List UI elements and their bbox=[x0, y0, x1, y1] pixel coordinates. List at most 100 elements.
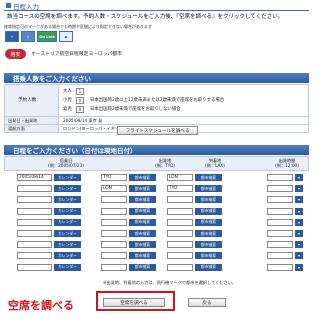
departure-input[interactable] bbox=[101, 230, 127, 237]
arrival-city-search-button[interactable]: 都市検索 bbox=[195, 263, 222, 271]
time-select[interactable] bbox=[267, 252, 293, 260]
departure-city-search-button[interactable]: 都市検索 bbox=[129, 207, 156, 215]
arrival-input[interactable] bbox=[167, 218, 193, 226]
arrival-city-search-button[interactable]: 都市検索 bbox=[195, 252, 222, 260]
seat-note: 座席指定可のマークがある場合でも時期や区間により指定できない場合があります bbox=[4, 24, 152, 29]
time-select[interactable] bbox=[267, 174, 293, 181]
pax-row-child: 小児 0 日本出国時2歳以上12歳未満または2歳未満で座席をお取りする場合 bbox=[63, 96, 224, 104]
chevron-down-icon[interactable]: ▾ bbox=[295, 196, 303, 204]
calendar-button[interactable]: カレンダー bbox=[54, 196, 81, 204]
departure-city-search-button[interactable]: 都市検索 bbox=[129, 263, 156, 271]
arrival-city-search-button[interactable]: 都市検索 bbox=[195, 230, 222, 237]
passenger-label: 予約人数 bbox=[18, 98, 37, 103]
info-value: ロンドン(ヨーロッパ・イギリス) bbox=[63, 125, 125, 131]
section-header-dates: 日程をご入力ください（日付は現地日付） bbox=[4, 145, 309, 155]
flight-row: カレンダー 都市検索 都市検索 ▾ bbox=[4, 217, 309, 228]
time-select[interactable] bbox=[267, 230, 293, 237]
date-input[interactable] bbox=[17, 218, 52, 226]
flight-row: カレンダー LON 都市検索 TYO 都市検索 ▾ bbox=[4, 183, 309, 194]
seat-icon: ✈ bbox=[5, 31, 19, 42]
chevron-down-icon[interactable]: ▾ bbox=[295, 263, 303, 271]
departure-city-search-button[interactable]: 都市検索 bbox=[129, 241, 156, 249]
date-input[interactable] bbox=[17, 263, 52, 271]
departure-city-search-button[interactable]: 都市検索 bbox=[129, 218, 156, 226]
arrival-city-search-button[interactable]: 都市検索 bbox=[195, 196, 222, 204]
arrival-city-search-button[interactable]: 都市検索 bbox=[195, 207, 222, 215]
departure-city-search-button[interactable]: 都市検索 bbox=[129, 196, 156, 204]
departure-input[interactable] bbox=[101, 218, 127, 226]
child-count-input[interactable]: 0 bbox=[76, 96, 84, 104]
arrival-input[interactable] bbox=[167, 263, 193, 271]
chevron-down-icon[interactable]: ▾ bbox=[295, 185, 303, 193]
arrival-input[interactable] bbox=[167, 207, 193, 215]
infant-count-input[interactable]: 0 bbox=[76, 105, 84, 113]
date-input[interactable] bbox=[17, 196, 52, 204]
departure-input[interactable]: LON bbox=[101, 185, 127, 193]
page-title: 日程入力 bbox=[6, 1, 39, 11]
date-grid-header: 搭乗日 (例：2005/07/23) 出発地 (例：TYO) 到着地 (例：LA… bbox=[4, 156, 309, 171]
time-select[interactable] bbox=[267, 196, 293, 204]
date-input[interactable] bbox=[17, 185, 52, 193]
date-input[interactable] bbox=[17, 241, 52, 249]
calendar-button[interactable]: カレンダー bbox=[54, 185, 81, 193]
calendar-button[interactable]: カレンダー bbox=[54, 241, 81, 249]
date-input[interactable]: 2005/08/14 bbox=[17, 174, 52, 181]
departure-input[interactable] bbox=[101, 196, 127, 204]
flight-row: カレンダー 都市検索 都市検索 ▾ bbox=[4, 262, 309, 273]
arrival-input[interactable] bbox=[167, 196, 193, 204]
departure-input[interactable] bbox=[101, 207, 127, 215]
back-button[interactable]: 戻る bbox=[188, 298, 226, 307]
arrival-input[interactable]: TYO bbox=[167, 185, 193, 193]
info-icon: i bbox=[21, 31, 35, 42]
arrival-city-search-button[interactable]: 都市検索 bbox=[195, 218, 222, 226]
departure-input[interactable] bbox=[101, 252, 127, 260]
departure-city-search-button[interactable]: 都市検索 bbox=[129, 185, 156, 193]
departure-input[interactable] bbox=[101, 263, 127, 271]
plan-badge: 格安 bbox=[5, 49, 26, 59]
calendar-button[interactable]: カレンダー bbox=[54, 207, 81, 215]
adult-count-input[interactable]: 1 bbox=[76, 87, 84, 95]
chevron-down-icon[interactable]: ▾ bbox=[295, 241, 303, 249]
time-select[interactable] bbox=[267, 185, 293, 193]
arrival-city-search-button[interactable]: 都市検索 bbox=[195, 241, 222, 249]
arrival-input[interactable]: LON bbox=[167, 174, 193, 181]
calendar-button[interactable]: カレンダー bbox=[54, 230, 81, 237]
chevron-down-icon[interactable]: ▾ bbox=[295, 207, 303, 215]
date-input[interactable] bbox=[17, 230, 52, 237]
passenger-label-cell: 予約人数 bbox=[5, 85, 59, 116]
time-select[interactable] bbox=[267, 207, 293, 215]
flight-schedule-button[interactable]: フライトスケジュールを調べる bbox=[117, 126, 198, 135]
info-row-departure: 出発日・出発地 2005/08/14 東京 発 bbox=[4, 117, 309, 125]
header-arrival: 到着地 (例：LAX) bbox=[205, 158, 225, 169]
header-time: 出発時間 (例：12:00) bbox=[275, 158, 299, 169]
arrival-input[interactable] bbox=[167, 230, 193, 237]
page-title-text: 日程入力 bbox=[13, 2, 39, 11]
departure-city-search-button[interactable]: 都市検索 bbox=[129, 174, 156, 181]
chevron-down-icon[interactable]: ▾ bbox=[295, 218, 303, 226]
chevron-down-icon[interactable]: ▾ bbox=[295, 230, 303, 237]
date-input[interactable] bbox=[17, 252, 52, 260]
time-select[interactable] bbox=[267, 263, 293, 271]
time-select[interactable] bbox=[267, 218, 293, 226]
arrival-city-search-button[interactable]: 都市検索 bbox=[195, 185, 222, 193]
chevron-down-icon[interactable]: ▾ bbox=[295, 174, 303, 181]
arrival-city-search-button[interactable]: 都市検索 bbox=[195, 174, 222, 181]
date-input[interactable] bbox=[17, 207, 52, 215]
chevron-down-icon[interactable]: ▾ bbox=[295, 252, 303, 260]
search-seats-button[interactable]: 空席を調べる bbox=[103, 298, 165, 307]
calendar-button[interactable]: カレンダー bbox=[54, 218, 81, 226]
departure-input[interactable]: TYO bbox=[101, 174, 127, 181]
arrival-input[interactable] bbox=[167, 241, 193, 249]
info-label: 出発日・出発地 bbox=[5, 117, 59, 124]
info-value: 2005/08/14 東京 発 bbox=[63, 117, 103, 123]
calendar-button[interactable]: カレンダー bbox=[54, 252, 81, 260]
calendar-button[interactable]: カレンダー bbox=[54, 174, 81, 181]
departure-city-search-button[interactable]: 都市検索 bbox=[129, 252, 156, 260]
arrival-input[interactable] bbox=[167, 252, 193, 260]
calendar-button[interactable]: カレンダー bbox=[54, 263, 81, 271]
pax-cat: 幼児 bbox=[63, 107, 72, 112]
time-select[interactable] bbox=[267, 241, 293, 249]
pax-desc: 日本出国時2歳以上12歳未満または2歳未満で座席をお取りする場合 bbox=[90, 98, 225, 103]
departure-city-search-button[interactable]: 都市検索 bbox=[129, 230, 156, 237]
departure-input[interactable] bbox=[101, 241, 127, 249]
